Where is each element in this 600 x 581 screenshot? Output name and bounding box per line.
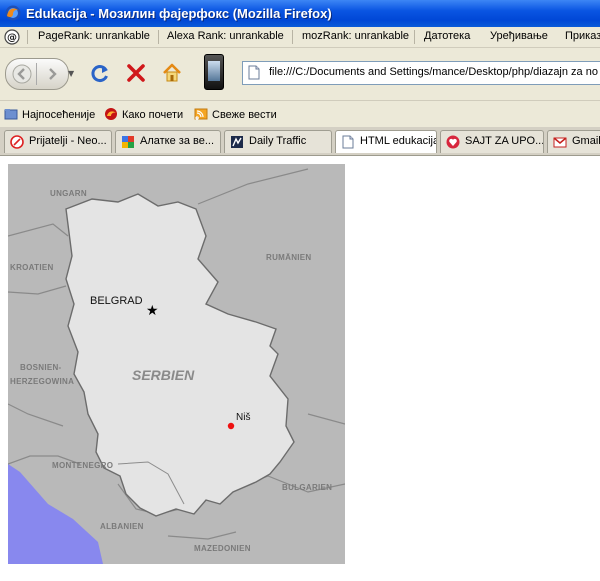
bookmark-label: Најпосећеније: [22, 109, 96, 121]
svg-text:@: @: [7, 33, 17, 44]
map-label-ungarn: UNGARN: [50, 189, 87, 198]
tab-strip: Prijatelji - Neo... Алатке за ве... Dail…: [0, 127, 600, 156]
tab-daily-traffic[interactable]: Daily Traffic: [224, 130, 332, 153]
tab-neo[interactable]: Prijatelji - Neo...: [4, 130, 112, 153]
toolbar-separator: [27, 30, 28, 44]
map-label-mazedonien: MAZEDONIEN: [194, 544, 251, 553]
menu-file[interactable]: Датотека: [424, 30, 470, 42]
map-label-belgrad: BELGRAD: [90, 295, 143, 307]
pagerank-indicator[interactable]: PageRank: unrankable: [38, 30, 150, 42]
map-label-herzegowina: HERZEGOWINA: [10, 377, 74, 386]
page-content: UNGARN RUMÄNIEN KROATIEN BOSNIEN- HERZEG…: [0, 156, 600, 581]
gmail-icon: [553, 137, 567, 148]
bookmark-most-visited[interactable]: Најпосећеније: [4, 107, 95, 121]
tab-label: Алатке за ве...: [140, 135, 215, 147]
menu-edit[interactable]: Уређивање: [490, 30, 548, 42]
forward-arrow-icon[interactable]: [42, 64, 62, 84]
bookmark-label: Свеже вести: [212, 109, 277, 121]
reload-icon[interactable]: [89, 62, 111, 84]
tab-label: Gmail: [572, 135, 600, 147]
map-label-serbien: SERBIEN: [132, 367, 195, 383]
tab-gmail[interactable]: Gmail: [547, 130, 600, 153]
menu-view[interactable]: Приказ: [565, 30, 600, 42]
back-arrow-icon[interactable]: [12, 64, 32, 84]
url-input[interactable]: [269, 62, 600, 82]
tab-label: SAJT ZA UPO...: [465, 135, 544, 147]
bookmark-label: Како почети: [122, 109, 184, 121]
navigation-toolbar: ▼: [0, 48, 600, 100]
map-label-kroatien: KROATIEN: [10, 263, 54, 272]
bookmark-latest-news[interactable]: Свеже вести: [194, 107, 277, 121]
map-label-rumanien: RUMÄNIEN: [266, 253, 312, 262]
stop-icon[interactable]: [125, 62, 147, 84]
tab-label: HTML edukacija: [360, 135, 437, 147]
tab-html-edukacija[interactable]: HTML edukacija: [335, 130, 437, 153]
map-label-nis: Niš: [236, 412, 250, 423]
firefox-logo-icon: [5, 5, 21, 21]
nis-city-marker: [227, 422, 235, 430]
window-title-bar[interactable]: Edukacija - Мозилин фајерфокс (Mozilla F…: [0, 0, 600, 27]
page-icon: [342, 135, 354, 149]
rss-feed-icon: [194, 108, 208, 120]
toolbar-separator: [158, 30, 159, 44]
tab-label: Prijatelji - Neo...: [29, 135, 107, 147]
page-icon: [248, 65, 260, 80]
tab-label: Daily Traffic: [249, 135, 307, 147]
map-label-albanien: ALBANIEN: [100, 522, 144, 531]
tab-google-tools[interactable]: Алатке за ве...: [115, 130, 221, 153]
bookmark-getting-started[interactable]: Како почети: [104, 107, 183, 121]
window-title: Edukacija - Мозилин фајерфокс (Mozilla F…: [26, 6, 332, 21]
mozrank-indicator[interactable]: mozRank: unrankable: [302, 30, 409, 42]
home-icon[interactable]: [161, 62, 183, 84]
google-icon: [122, 136, 134, 148]
back-forward-divider: [36, 63, 37, 85]
toolbar-separator: [292, 30, 293, 44]
traffic-icon: [231, 136, 243, 148]
map-label-montenegro: MONTENEGRO: [52, 461, 113, 470]
tab-sajt-za-upo[interactable]: SAJT ZA UPO...: [440, 130, 544, 153]
neo-icon: [10, 135, 24, 149]
bookmark-folder-icon: [4, 109, 18, 120]
address-bar[interactable]: [242, 61, 600, 85]
seo-toolbar-logo-icon[interactable]: @: [4, 29, 20, 45]
belgrade-capital-star-icon: ★: [146, 303, 159, 319]
heart-icon: [446, 135, 460, 149]
seo-toolbar: @ PageRank: unrankable Alexa Rank: unran…: [0, 27, 600, 48]
history-dropdown-icon[interactable]: ▼: [68, 69, 74, 78]
serbia-map-image: UNGARN RUMÄNIEN KROATIEN BOSNIEN- HERZEG…: [8, 164, 345, 564]
map-label-bosnien: BOSNIEN-: [20, 363, 62, 372]
back-forward-group: [5, 58, 69, 90]
map-label-bulgarien: BULGARIEN: [282, 483, 332, 492]
firefox-red-icon: [105, 108, 117, 120]
toolbar-separator: [414, 30, 415, 44]
alexa-rank-indicator[interactable]: Alexa Rank: unrankable: [167, 30, 284, 42]
mobile-phone-icon[interactable]: [204, 54, 224, 90]
bookmarks-toolbar: Најпосећеније Како почети Свеже вести: [0, 100, 600, 127]
